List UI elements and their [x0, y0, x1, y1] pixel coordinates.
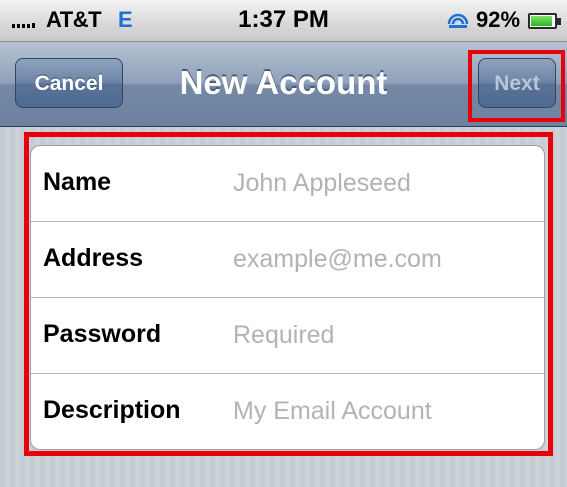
- iphone-screen: AT&T E 1:37 PM 92% Cancel New Account Ne…: [0, 0, 567, 487]
- battery-icon: [528, 13, 557, 29]
- battery-cap: [557, 18, 561, 25]
- next-button-highlight: [468, 50, 565, 122]
- sync-icon: [447, 13, 469, 28]
- battery-percent: 92%: [476, 7, 521, 32]
- status-bar: AT&T E 1:37 PM 92%: [0, 0, 567, 42]
- form-highlight: [24, 132, 553, 456]
- battery-level-fill: [531, 16, 553, 26]
